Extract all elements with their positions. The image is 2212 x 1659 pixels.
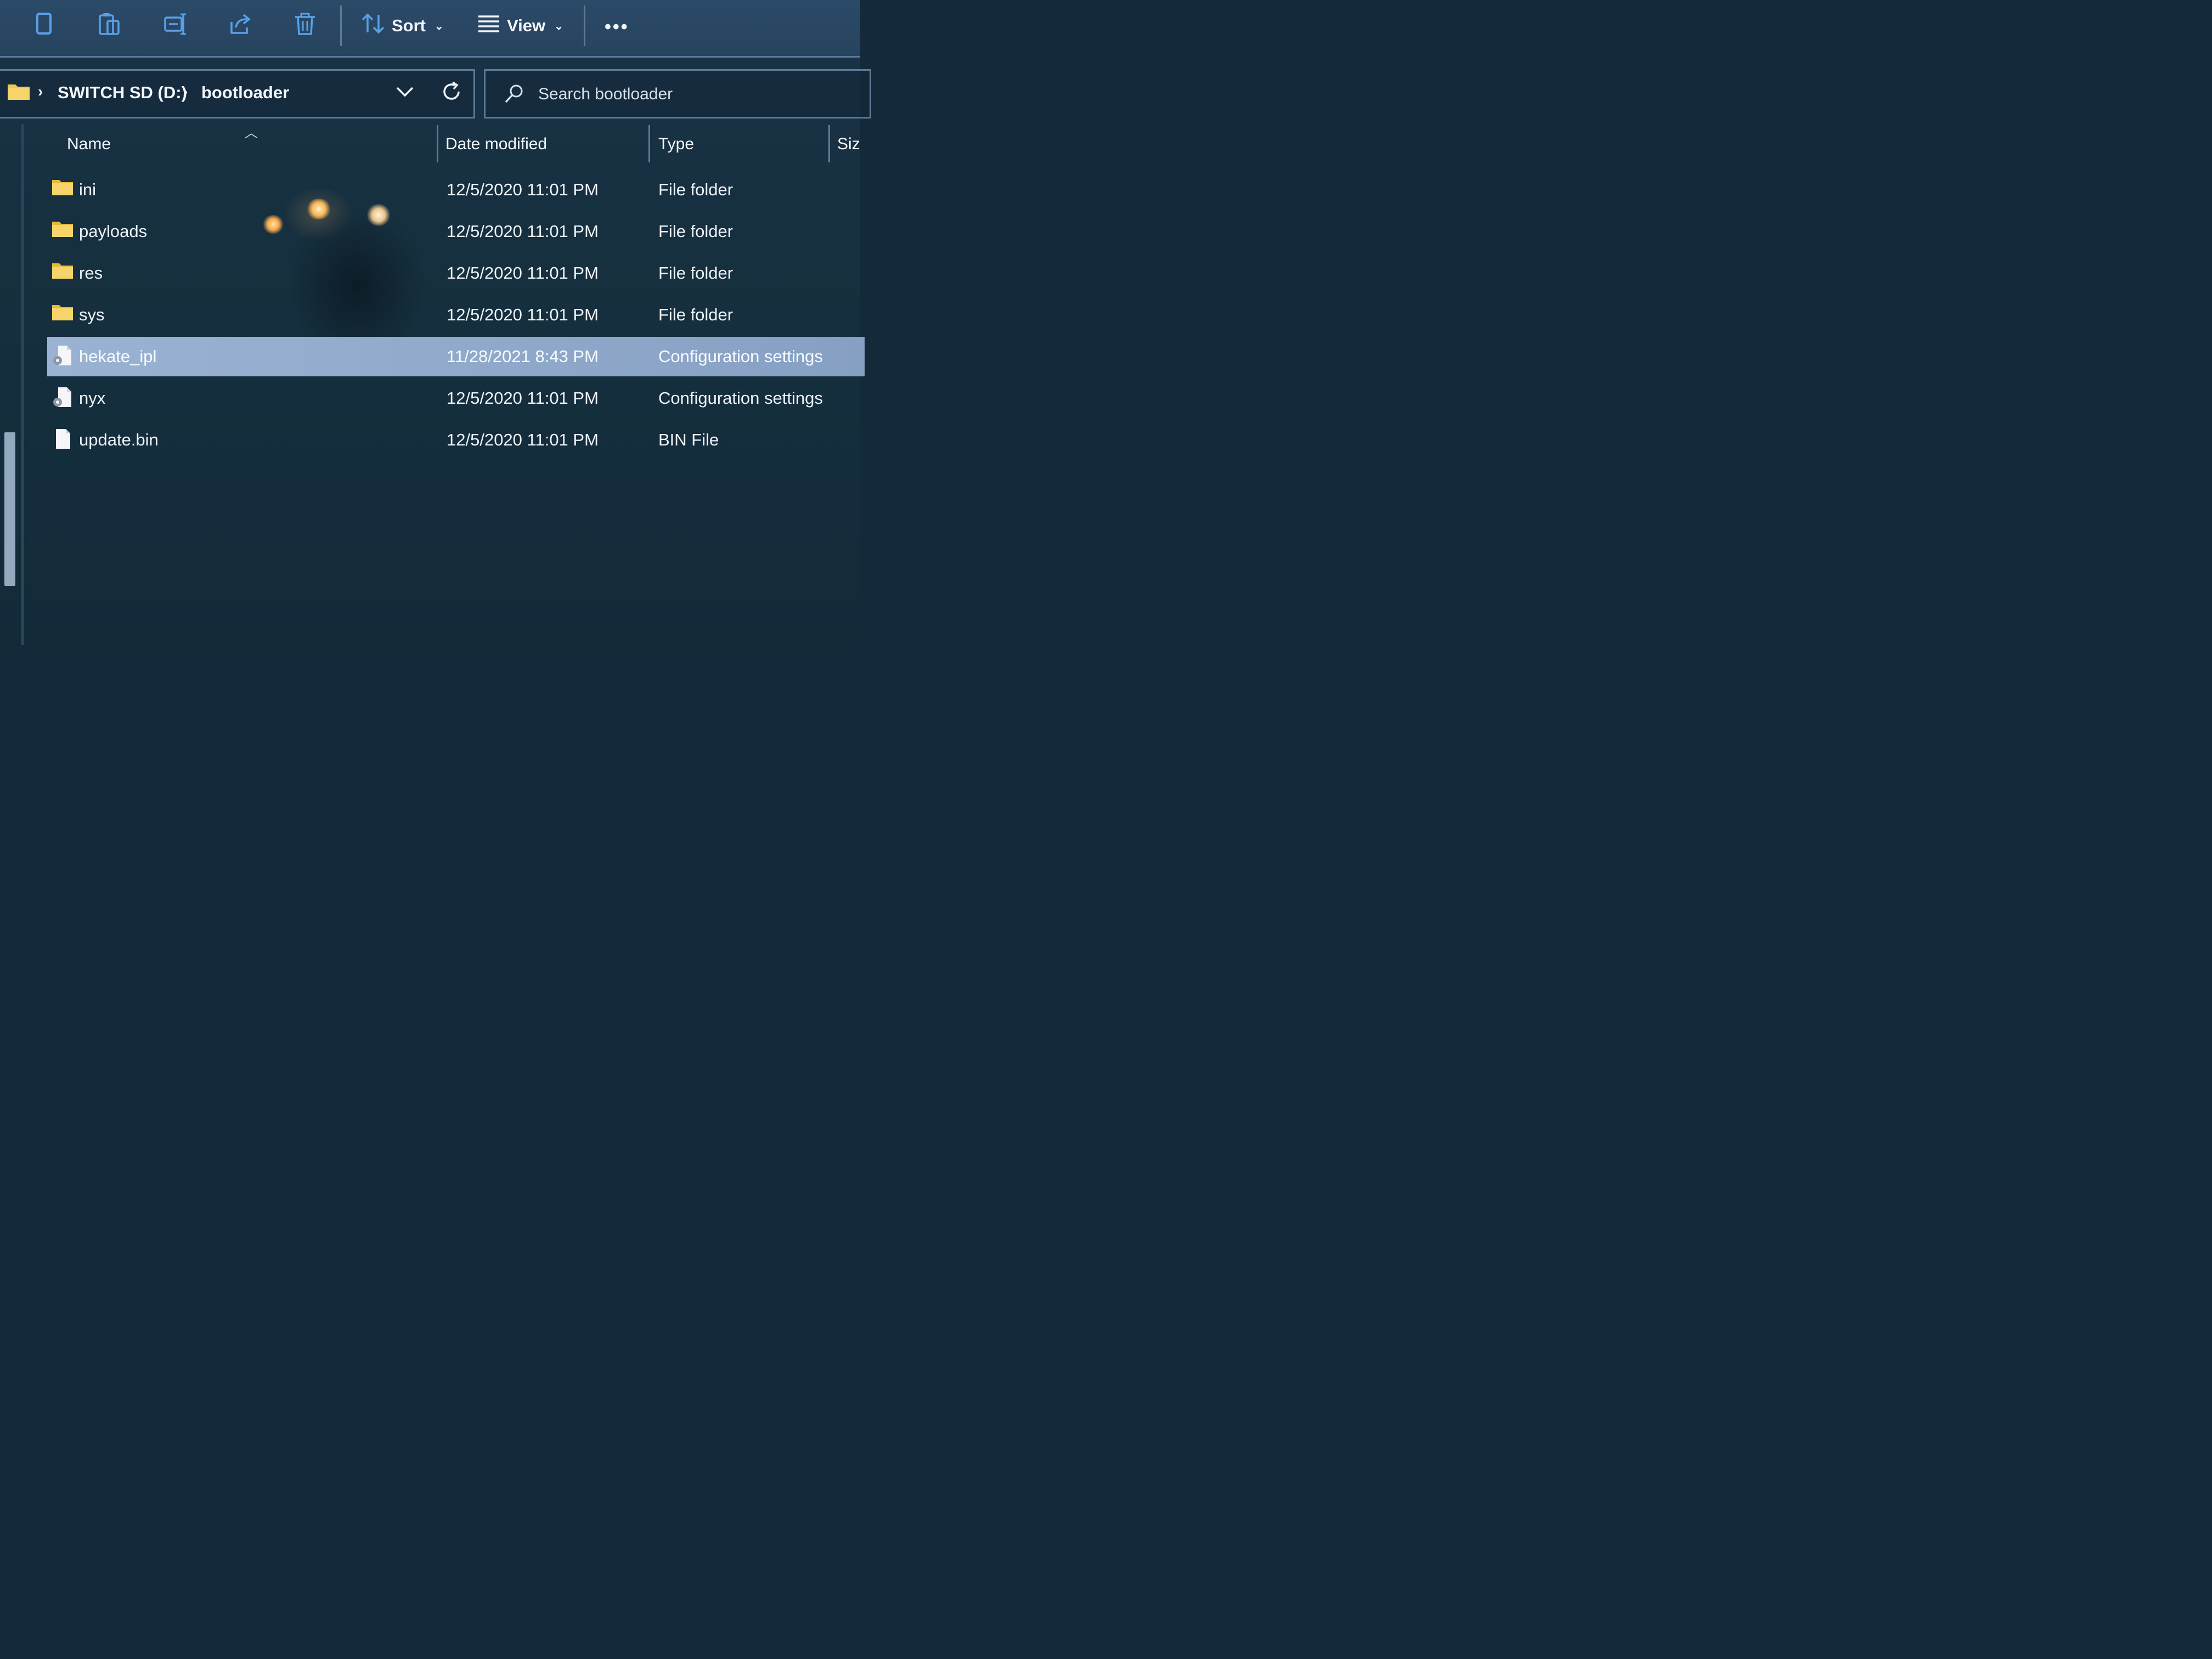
file-name: ini bbox=[79, 180, 97, 199]
file-type: Configuration settings bbox=[658, 347, 823, 366]
column-header-name[interactable]: Name bbox=[67, 135, 111, 154]
chevron-right-icon[interactable]: › bbox=[38, 83, 43, 100]
file-date: 12/5/2020 11:01 PM bbox=[447, 263, 599, 283]
toolbar-divider bbox=[584, 5, 585, 46]
explorer-window: Sort ⌄ View ⌄ ••• › SWITCH SD (D:) › boo… bbox=[0, 0, 871, 645]
folder-icon bbox=[52, 261, 74, 283]
navigation-pane-divider bbox=[21, 124, 24, 645]
copy-icon[interactable] bbox=[32, 12, 56, 36]
view-label: View bbox=[507, 16, 546, 35]
file-type: File folder bbox=[658, 180, 733, 199]
search-icon bbox=[503, 83, 525, 108]
file-date: 12/5/2020 11:01 PM bbox=[447, 305, 599, 324]
file-type: File folder bbox=[658, 263, 733, 283]
config-file-icon bbox=[52, 386, 74, 408]
file-name: payloads bbox=[79, 222, 148, 241]
rename-icon[interactable] bbox=[163, 12, 188, 36]
list-item[interactable]: ini 12/5/2020 11:01 PM File folder bbox=[47, 170, 865, 210]
column-divider[interactable] bbox=[648, 125, 650, 162]
chevron-right-icon[interactable]: › bbox=[183, 83, 188, 100]
file-date: 12/5/2020 11:01 PM bbox=[447, 388, 599, 408]
file-date: 12/5/2020 11:01 PM bbox=[447, 222, 599, 241]
config-file-icon bbox=[52, 345, 74, 366]
column-divider[interactable] bbox=[437, 125, 438, 162]
chevron-down-icon: ⌄ bbox=[554, 20, 563, 32]
view-button[interactable]: View ⌄ bbox=[477, 12, 563, 40]
more-icon[interactable]: ••• bbox=[605, 16, 629, 38]
address-bar[interactable]: › SWITCH SD (D:) › bootloader bbox=[0, 69, 475, 119]
file-name: res bbox=[79, 263, 103, 283]
list-item[interactable]: update.bin 12/5/2020 11:01 PM BIN File bbox=[47, 420, 865, 460]
folder-icon bbox=[52, 178, 74, 200]
sort-button[interactable]: Sort ⌄ bbox=[361, 12, 444, 40]
list-item-selected[interactable]: hekate_ipl 11/28/2021 8:43 PM Configurat… bbox=[47, 337, 865, 376]
list-item[interactable]: payloads 12/5/2020 11:01 PM File folder bbox=[47, 212, 865, 251]
file-name: hekate_ipl bbox=[79, 347, 157, 366]
delete-icon[interactable] bbox=[293, 12, 317, 36]
folder-icon bbox=[52, 303, 74, 325]
sort-ascending-icon: ︿ bbox=[245, 126, 258, 140]
file-date: 12/5/2020 11:01 PM bbox=[447, 430, 599, 449]
column-divider[interactable] bbox=[828, 125, 830, 162]
search-input[interactable]: Search bootloader bbox=[484, 69, 871, 119]
folder-icon bbox=[52, 219, 74, 241]
folder-icon bbox=[7, 82, 30, 103]
share-icon[interactable] bbox=[228, 12, 252, 36]
file-date: 11/28/2021 8:43 PM bbox=[447, 347, 599, 366]
file-date: 12/5/2020 11:01 PM bbox=[447, 180, 599, 199]
list-item[interactable]: sys 12/5/2020 11:01 PM File folder bbox=[47, 295, 865, 335]
file-name: sys bbox=[79, 305, 105, 324]
file-type: BIN File bbox=[658, 430, 719, 449]
list-item[interactable]: nyx 12/5/2020 11:01 PM Configuration set… bbox=[47, 379, 865, 418]
sort-icon bbox=[361, 13, 385, 39]
list-item[interactable]: res 12/5/2020 11:01 PM File folder bbox=[47, 253, 865, 293]
file-icon bbox=[52, 428, 74, 450]
command-bar: Sort ⌄ View ⌄ ••• bbox=[0, 0, 860, 58]
paste-icon[interactable] bbox=[98, 12, 122, 36]
sort-label: Sort bbox=[392, 16, 426, 35]
navigation-scrollbar[interactable] bbox=[4, 432, 15, 586]
breadcrumb-drive[interactable]: SWITCH SD (D:) bbox=[58, 83, 187, 103]
column-header-size[interactable]: Size bbox=[837, 135, 860, 154]
breadcrumb-folder[interactable]: bootloader bbox=[201, 83, 289, 103]
view-icon bbox=[477, 14, 500, 38]
search-placeholder: Search bootloader bbox=[538, 85, 673, 103]
address-dropdown-icon[interactable] bbox=[396, 85, 414, 101]
file-type: Configuration settings bbox=[658, 388, 823, 408]
refresh-icon[interactable] bbox=[441, 81, 462, 105]
file-type: File folder bbox=[658, 305, 733, 324]
file-name: update.bin bbox=[79, 430, 159, 449]
column-header-date[interactable]: Date modified bbox=[445, 135, 547, 154]
chevron-down-icon: ⌄ bbox=[435, 20, 444, 32]
toolbar-divider bbox=[340, 5, 342, 46]
file-name: nyx bbox=[79, 388, 106, 408]
file-type: File folder bbox=[658, 222, 733, 241]
column-header-type[interactable]: Type bbox=[658, 135, 694, 154]
